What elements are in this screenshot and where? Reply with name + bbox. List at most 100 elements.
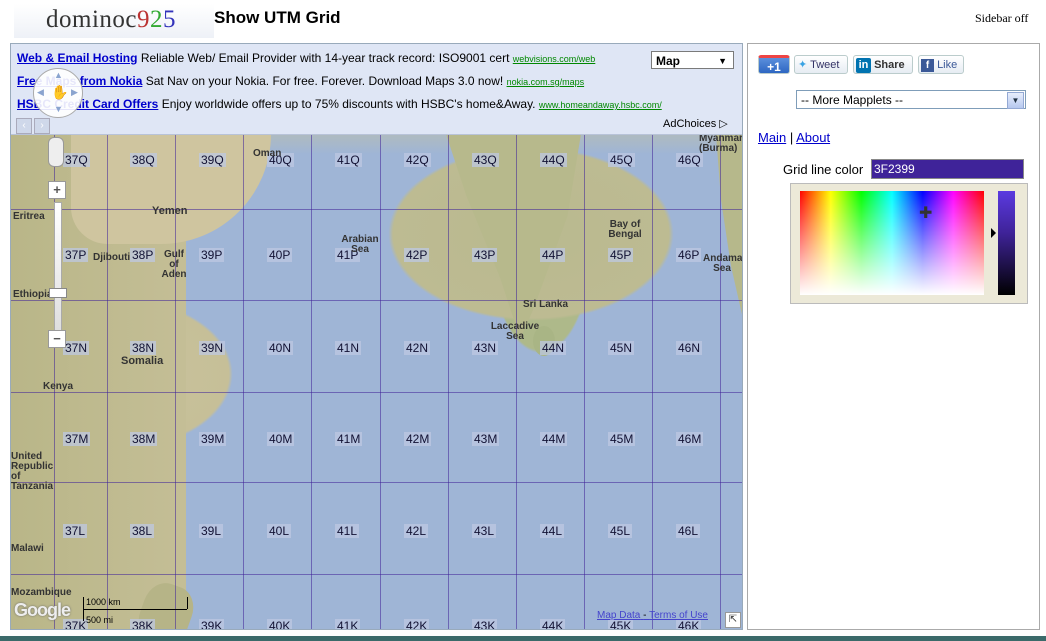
map-data-link[interactable]: Map Data <box>597 610 640 621</box>
color-picker-field[interactable] <box>800 191 984 295</box>
utm-zone-label: 39Q <box>199 153 226 167</box>
mapplets-selected: -- More Mapplets -- <box>801 93 904 107</box>
place-label: Bay of Bengal <box>608 219 642 240</box>
ad-prev-button[interactable]: ‹ <box>16 118 32 134</box>
utm-zone-label: 46N <box>676 341 703 355</box>
pan-down-icon[interactable]: ▼ <box>54 104 63 114</box>
place-label: Andaman Sea <box>703 253 743 274</box>
utm-zone-label: 38N <box>130 341 157 355</box>
sidebar: +1 ✦ Tweet in Share f Like -- More Mappl… <box>747 43 1040 630</box>
utm-zone-label: 39K <box>199 619 225 629</box>
map-canvas[interactable]: 37Q 38Q 39Q 40Q 41Q 42Q 43Q 44Q 45Q 46Q 37P 38P 39P 4… <box>10 43 743 630</box>
land-arabia <box>71 134 271 244</box>
utm-zone-label: 44M <box>540 432 568 446</box>
pan-control[interactable]: ▲ ◀ ▶ ▼ ✋ <box>33 68 83 118</box>
utm-zone-label: 44P <box>540 248 566 262</box>
terms-link[interactable]: Terms of Use <box>649 610 708 621</box>
ad-panel: Web & Email Hosting Reliable Web/ Email … <box>11 44 742 135</box>
scale-bar: 1000 km 500 mi <box>83 597 188 625</box>
utm-zone-label: 38Q <box>130 153 157 167</box>
ad-next-button[interactable]: › <box>34 118 50 134</box>
facebook-like-button[interactable]: f Like <box>918 55 964 74</box>
zoom-in-button[interactable]: + <box>48 181 66 199</box>
ad-description: Enjoy worldwide offers up to 75% discoun… <box>161 97 536 111</box>
place-label: Eritrea <box>13 211 45 222</box>
utm-zone-label: 42N <box>404 341 431 355</box>
utm-zone-label: 41N <box>335 341 362 355</box>
crosshair-icon[interactable]: ✚ <box>919 206 932 222</box>
hue-pointer-icon[interactable] <box>991 228 996 238</box>
grid-line-horizontal <box>11 392 742 393</box>
adchoices-icon: ▷ <box>719 118 728 130</box>
grid-color-input[interactable]: 3F2399 <box>871 159 1024 179</box>
utm-zone-label: 45P <box>608 248 634 262</box>
utm-zone-label: 46P <box>676 248 702 262</box>
utm-zone-label: 41Q <box>335 153 362 167</box>
bottom-bar <box>0 636 1046 641</box>
zoom-out-button[interactable]: − <box>48 330 66 348</box>
utm-zone-label: 46L <box>676 524 701 538</box>
place-label: Arabian Sea <box>341 234 379 255</box>
grid-line-horizontal <box>11 300 742 301</box>
map-type-select[interactable]: Map ▼ <box>651 51 734 69</box>
utm-zone-label: 41M <box>335 432 363 446</box>
linkedin-share-button[interactable]: in Share <box>853 55 913 74</box>
tweet-label: Tweet <box>810 59 840 71</box>
place-label: Somalia <box>121 355 164 367</box>
utm-zone-label: 45M <box>608 432 636 446</box>
grid-line-horizontal <box>11 482 742 483</box>
zoom-slider-handle[interactable] <box>49 288 67 298</box>
ad-item[interactable]: Free Maps from Nokia Sat Nav on your Nok… <box>17 74 584 88</box>
utm-zone-label: 39M <box>199 432 227 446</box>
utm-zone-label: 44N <box>540 341 567 355</box>
color-picker-value-slider[interactable] <box>998 191 1015 295</box>
gplus-button[interactable]: +1 <box>758 55 790 74</box>
ad-item[interactable]: HSBC Credit Card Offers Enjoy worldwide … <box>17 97 662 111</box>
utm-zone-label: 38M <box>130 432 158 446</box>
tweet-button[interactable]: ✦ Tweet <box>794 55 848 74</box>
ad-url-link[interactable]: www.homeandaway.hsbc.com/ <box>539 100 662 110</box>
utm-zone-label: 43L <box>472 524 497 538</box>
utm-zone-label: 41K <box>335 619 361 629</box>
grid-line-horizontal <box>11 209 742 210</box>
utm-zone-label: 39L <box>199 524 224 538</box>
pan-right-icon[interactable]: ▶ <box>71 87 78 98</box>
overview-toggle-icon[interactable]: ⇱ <box>725 612 741 628</box>
utm-zone-label: 42P <box>404 248 430 262</box>
utm-zone-label: 40K <box>267 619 293 629</box>
place-label: Oman <box>253 148 282 159</box>
utm-zone-label: 43Q <box>472 153 499 167</box>
chevron-down-icon: ▼ <box>718 56 727 66</box>
place-label: Laccadive Sea <box>490 321 540 342</box>
main-link[interactable]: Main <box>758 130 786 145</box>
utm-zone-label: 38L <box>130 524 155 538</box>
mapplets-select[interactable]: -- More Mapplets -- ▼ <box>796 90 1026 109</box>
ad-url-link[interactable]: nokia.com.sg/maps <box>507 77 585 87</box>
place-label: Mozambique <box>11 587 72 598</box>
adchoices-link[interactable]: AdChoices ▷ <box>663 117 728 130</box>
utm-zone-label: 43M <box>472 432 500 446</box>
utm-zone-label: 42M <box>404 432 432 446</box>
pan-up-icon[interactable]: ▲ <box>54 70 63 80</box>
sidebar-nav: Main | About <box>758 130 830 145</box>
place-label: Yemen <box>152 205 188 217</box>
ad-item[interactable]: Web & Email Hosting Reliable Web/ Email … <box>17 51 595 65</box>
utm-zone-label: 46M <box>676 432 704 446</box>
about-link[interactable]: About <box>796 130 830 145</box>
utm-zone-label: 37Q <box>63 153 90 167</box>
ad-url-link[interactable]: webvisions.com/web <box>513 54 596 64</box>
utm-zone-label: 40N <box>267 341 294 355</box>
utm-zone-label: 44K <box>540 619 566 629</box>
utm-zone-label: 43P <box>472 248 498 262</box>
utm-zone-label: 39P <box>199 248 225 262</box>
map-attribution: Map Data - Terms of Use <box>597 610 708 621</box>
pegman-icon[interactable] <box>48 137 64 167</box>
sidebar-toggle-link[interactable]: Sidebar off <box>975 11 1028 26</box>
chevron-down-icon[interactable]: ▼ <box>1007 92 1024 109</box>
ad-title-link[interactable]: Web & Email Hosting <box>17 51 137 65</box>
pan-left-icon[interactable]: ◀ <box>37 87 44 98</box>
zoom-slider[interactable] <box>54 202 62 338</box>
utm-zone-label: 39N <box>199 341 226 355</box>
utm-zone-label: 45N <box>608 341 635 355</box>
ad-description: Sat Nav on your Nokia. For free. Forever… <box>145 74 504 88</box>
